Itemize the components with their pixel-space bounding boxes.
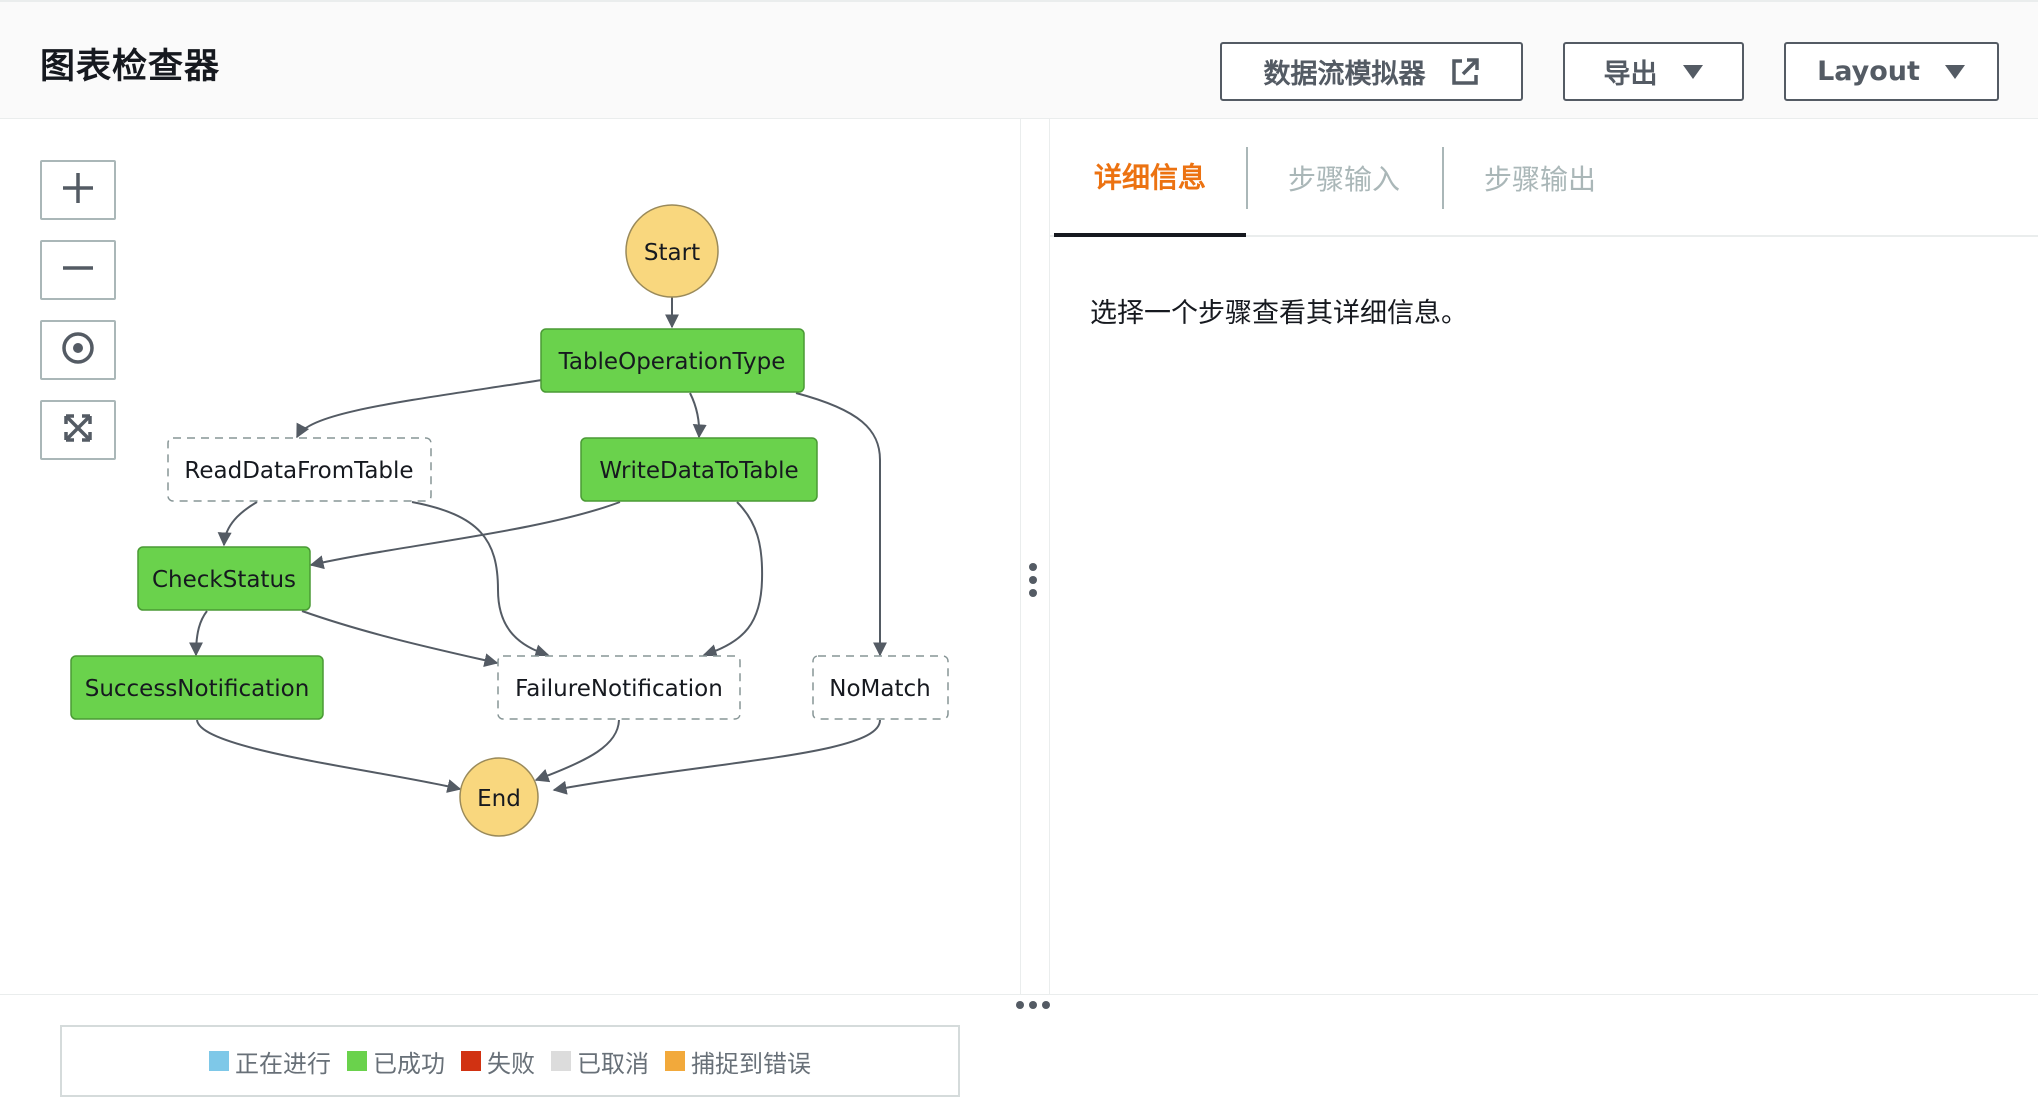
edge-read-failure	[411, 501, 550, 659]
vertical-drag-dots-icon	[1029, 563, 1037, 597]
legend-item-failed: 失败	[461, 1044, 535, 1079]
legend-swatch	[665, 1051, 685, 1071]
horizontal-drag-dots-icon	[1016, 1001, 1050, 1009]
export-button[interactable]: 导出	[1563, 42, 1744, 101]
legend-item-cancelled: 已取消	[551, 1044, 649, 1079]
node-no-match-label: NoMatch	[829, 676, 930, 702]
tab-details[interactable]: 详细信息	[1054, 119, 1246, 237]
layout-button[interactable]: Layout	[1784, 42, 1999, 101]
node-check-status[interactable]: CheckStatus	[137, 546, 311, 611]
details-tabs: 详细信息 步骤输入 步骤输出	[1050, 119, 2038, 237]
node-failure-notification[interactable]: FailureNotification	[497, 655, 741, 720]
node-no-match[interactable]: NoMatch	[812, 655, 949, 720]
legend-item-caught-error: 捕捉到错误	[665, 1044, 811, 1079]
legend-item-in-progress: 正在进行	[209, 1044, 331, 1079]
simulator-button-label: 数据流模拟器	[1263, 59, 1426, 90]
tab-step-input[interactable]: 步骤输入	[1248, 119, 1440, 237]
edge-write-check	[309, 501, 621, 570]
node-write-data-to-table[interactable]: WriteDataToTable	[580, 437, 818, 502]
edge-check-failure	[301, 610, 499, 668]
legend-label: 捕捉到错误	[691, 1049, 811, 1078]
node-read-data-from-table-label: ReadDataFromTable	[184, 458, 413, 484]
export-button-label: 导出	[1603, 59, 1658, 90]
data-flow-simulator-button[interactable]: 数据流模拟器	[1220, 42, 1523, 101]
edge-nomatch-end	[552, 719, 881, 795]
status-legend: 正在进行 已成功 失败 已取消 捕捉到错误	[60, 1025, 960, 1097]
workflow-graph: Start TableOperationType ReadDataFromTab…	[70, 204, 949, 837]
edge-tableop-write	[689, 392, 707, 439]
edge-failure-end	[534, 719, 620, 783]
node-start[interactable]: Start	[625, 204, 719, 298]
node-read-data-from-table[interactable]: ReadDataFromTable	[167, 437, 432, 502]
legend-swatch	[551, 1051, 571, 1071]
node-end[interactable]: End	[459, 757, 539, 837]
node-success-notification-label: SuccessNotification	[85, 676, 310, 702]
node-write-data-to-table-label: WriteDataToTable	[599, 458, 798, 484]
panel-resize-handle[interactable]	[1020, 119, 1050, 994]
legend-swatch	[209, 1051, 229, 1071]
edge-check-success	[189, 610, 208, 657]
legend-label: 已成功	[373, 1049, 445, 1078]
layout-button-label: Layout	[1817, 56, 1920, 87]
node-table-operation-type[interactable]: TableOperationType	[540, 328, 805, 393]
node-success-notification[interactable]: SuccessNotification	[70, 655, 324, 720]
edge-read-check	[217, 501, 258, 547]
edge-success-end	[196, 719, 462, 793]
edge-tableop-read	[296, 379, 543, 439]
legend-swatch	[461, 1051, 481, 1071]
header: 图表检查器 数据流模拟器 导出 Layout	[0, 0, 2038, 119]
node-table-operation-type-label: TableOperationType	[558, 349, 786, 375]
node-failure-notification-label: FailureNotification	[515, 676, 723, 702]
edge-tableop-nomatch	[795, 392, 887, 657]
details-placeholder-text: 选择一个步骤查看其详细信息。	[1090, 298, 1468, 329]
node-check-status-label: CheckStatus	[152, 567, 296, 593]
node-end-label: End	[477, 786, 521, 812]
caret-down-icon	[1944, 63, 1966, 81]
tab-step-output[interactable]: 步骤输出	[1444, 119, 1636, 237]
legend-label: 正在进行	[235, 1049, 331, 1078]
legend-swatch	[347, 1051, 367, 1071]
caret-down-icon	[1682, 63, 1704, 81]
legend-label: 失败	[487, 1049, 535, 1078]
external-link-icon	[1450, 57, 1480, 87]
edge-write-failure	[702, 501, 764, 658]
legend-item-succeeded: 已成功	[347, 1044, 445, 1079]
details-panel: 详细信息 步骤输入 步骤输出 选择一个步骤查看其详细信息。	[1050, 119, 2038, 994]
page-title: 图表检查器	[40, 47, 221, 87]
legend-label: 已取消	[577, 1049, 649, 1078]
node-start-label: Start	[644, 240, 700, 266]
